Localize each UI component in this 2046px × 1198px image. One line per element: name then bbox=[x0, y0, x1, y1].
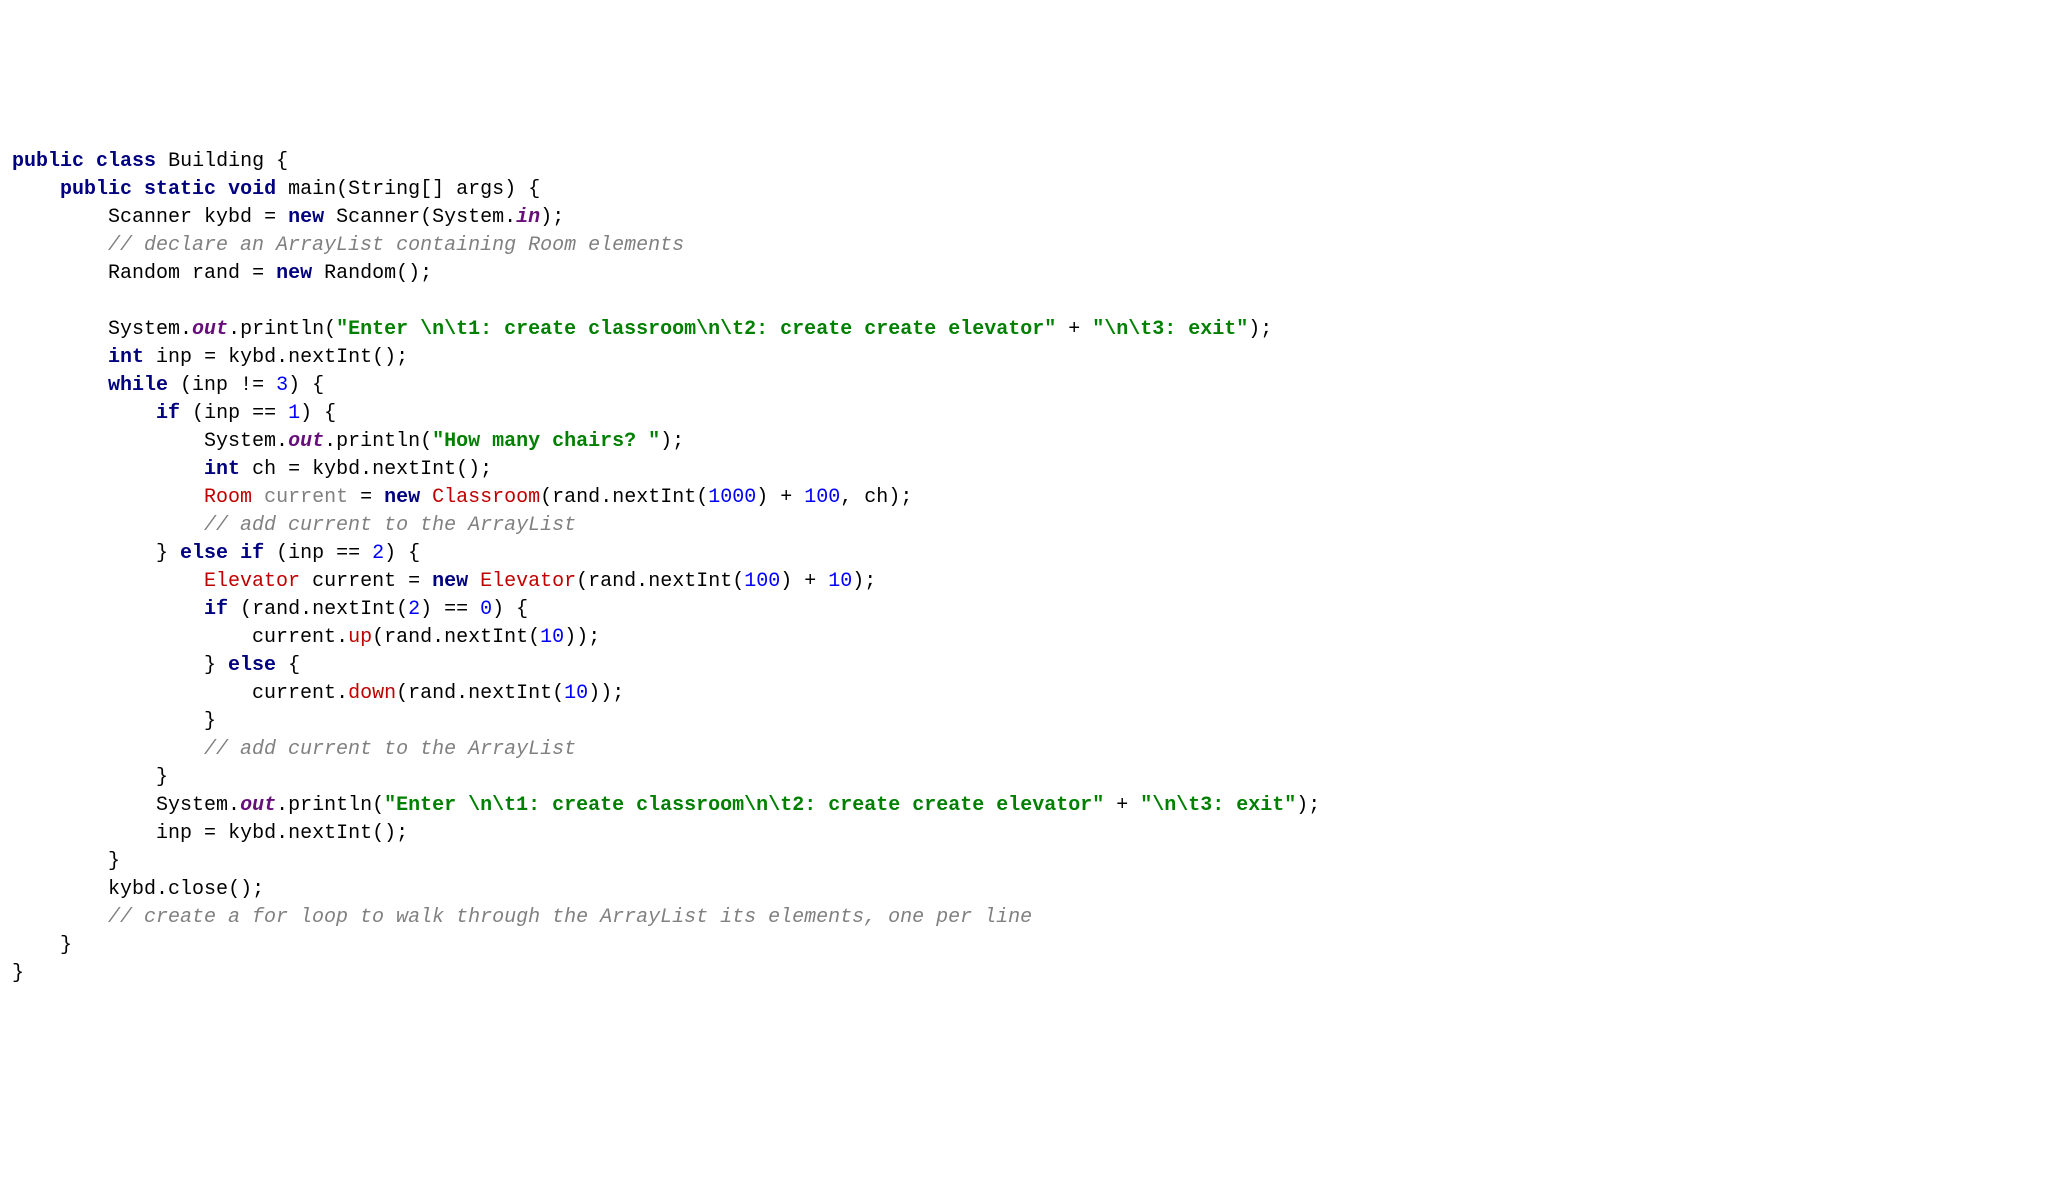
var: kybd bbox=[312, 458, 360, 481]
var: kybd bbox=[228, 822, 276, 845]
type: Scanner bbox=[108, 206, 192, 229]
var: rand bbox=[252, 598, 300, 621]
keyword: else bbox=[180, 542, 228, 565]
keyword: int bbox=[204, 458, 240, 481]
var: kybd bbox=[228, 346, 276, 369]
field: out bbox=[288, 430, 324, 453]
number: 3 bbox=[276, 374, 288, 397]
var: rand bbox=[408, 682, 456, 705]
class-name: Building bbox=[168, 150, 264, 173]
type: Random bbox=[108, 262, 180, 285]
var-unused: current bbox=[264, 486, 348, 509]
method: nextInt bbox=[612, 486, 696, 509]
type: Room bbox=[204, 486, 252, 509]
type: Classroom bbox=[432, 486, 540, 509]
number: 100 bbox=[804, 486, 840, 509]
keyword: if bbox=[204, 598, 228, 621]
var: rand bbox=[588, 570, 636, 593]
comment: // add current to the ArrayList bbox=[204, 514, 576, 537]
method-name: main bbox=[288, 178, 336, 201]
var: ch bbox=[864, 486, 888, 509]
field: out bbox=[240, 794, 276, 817]
keyword: if bbox=[156, 402, 180, 425]
type: Elevator bbox=[204, 570, 300, 593]
method: nextInt bbox=[648, 570, 732, 593]
keyword: public bbox=[60, 178, 132, 201]
string: "\n\t3: exit" bbox=[1140, 794, 1296, 817]
string: "Enter \n\t1: create classroom\n\t2: cre… bbox=[384, 794, 1104, 817]
number: 10 bbox=[564, 682, 588, 705]
number: 10 bbox=[828, 570, 852, 593]
comment: // add current to the ArrayList bbox=[204, 738, 576, 761]
string: "\n\t3: exit" bbox=[1092, 318, 1248, 341]
keyword: new bbox=[432, 570, 468, 593]
keyword: void bbox=[228, 178, 276, 201]
field: out bbox=[192, 318, 228, 341]
string: "How many chairs? " bbox=[432, 430, 660, 453]
comment: // declare an ArrayList containing Room … bbox=[108, 234, 684, 257]
class-ref: System bbox=[108, 318, 180, 341]
number: 100 bbox=[744, 570, 780, 593]
keyword: new bbox=[288, 206, 324, 229]
number: 2 bbox=[372, 542, 384, 565]
keyword: static bbox=[144, 178, 216, 201]
field: in bbox=[516, 206, 540, 229]
class-ref: System bbox=[432, 206, 504, 229]
var: current bbox=[252, 626, 336, 649]
keyword: class bbox=[96, 150, 156, 173]
method: nextInt bbox=[288, 822, 372, 845]
var: inp bbox=[204, 402, 240, 425]
var: kybd bbox=[108, 878, 156, 901]
number: 1000 bbox=[708, 486, 756, 509]
var: rand bbox=[384, 626, 432, 649]
string: "Enter \n\t1: create classroom\n\t2: cre… bbox=[336, 318, 1056, 341]
method: println bbox=[336, 430, 420, 453]
method: up bbox=[348, 626, 372, 649]
comment: // create a for loop to walk through the… bbox=[108, 906, 1032, 929]
var: current bbox=[252, 682, 336, 705]
keyword: else bbox=[228, 654, 276, 677]
method: nextInt bbox=[444, 626, 528, 649]
class-ref: System bbox=[204, 430, 276, 453]
var: inp bbox=[156, 822, 192, 845]
type: String bbox=[348, 178, 420, 201]
keyword: int bbox=[108, 346, 144, 369]
keyword: new bbox=[276, 262, 312, 285]
method: close bbox=[168, 878, 228, 901]
class-ref: System bbox=[156, 794, 228, 817]
keyword: new bbox=[384, 486, 420, 509]
type: Scanner bbox=[336, 206, 420, 229]
keyword: if bbox=[240, 542, 264, 565]
var: inp bbox=[192, 374, 228, 397]
keyword: public bbox=[12, 150, 84, 173]
method: nextInt bbox=[468, 682, 552, 705]
type: Elevator bbox=[480, 570, 576, 593]
type: Random bbox=[324, 262, 396, 285]
method: println bbox=[240, 318, 324, 341]
number: 1 bbox=[288, 402, 300, 425]
keyword: while bbox=[108, 374, 168, 397]
method: nextInt bbox=[288, 346, 372, 369]
var: rand bbox=[552, 486, 600, 509]
number: 0 bbox=[480, 598, 492, 621]
method: println bbox=[288, 794, 372, 817]
param: args bbox=[456, 178, 504, 201]
var: rand bbox=[192, 262, 240, 285]
var: kybd bbox=[204, 206, 252, 229]
var: inp bbox=[156, 346, 192, 369]
var: ch bbox=[252, 458, 276, 481]
method: down bbox=[348, 682, 396, 705]
code-block: public class Building { public static vo… bbox=[12, 120, 2034, 988]
number: 10 bbox=[540, 626, 564, 649]
method: nextInt bbox=[312, 598, 396, 621]
var: current bbox=[312, 570, 396, 593]
var: inp bbox=[288, 542, 324, 565]
method: nextInt bbox=[372, 458, 456, 481]
number: 2 bbox=[408, 598, 420, 621]
